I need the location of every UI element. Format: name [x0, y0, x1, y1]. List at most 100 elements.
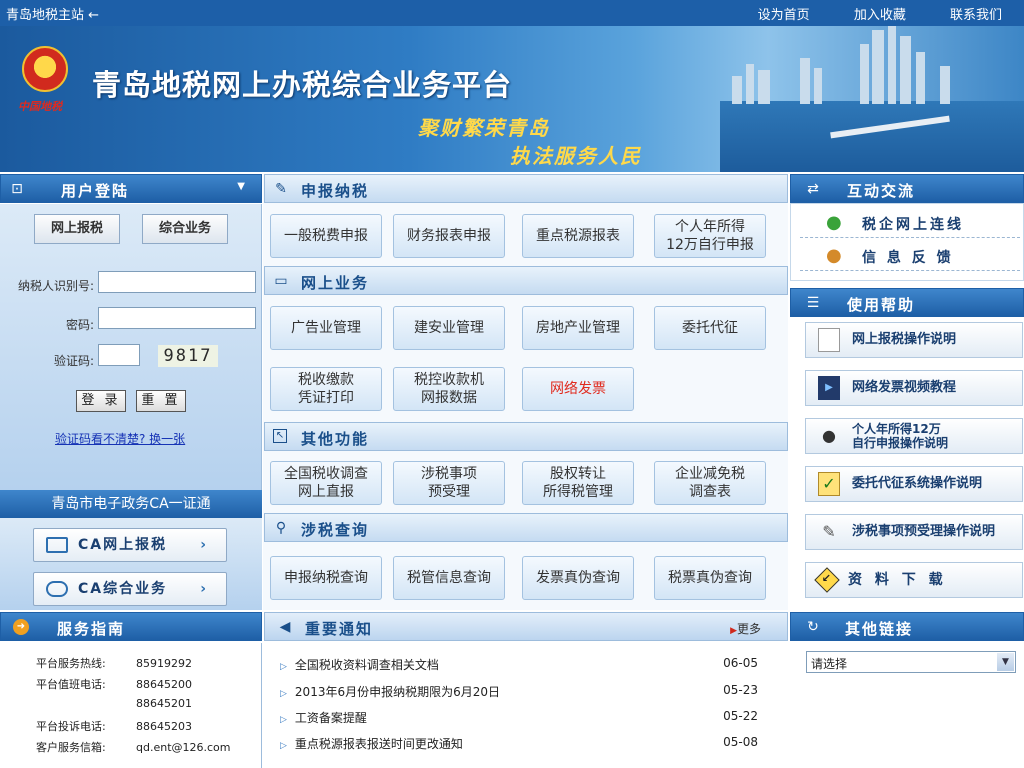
ca-online-tax-button[interactable]: CA网上报税 ›: [33, 528, 227, 562]
notice-item[interactable]: ▷ 工资备案提醒 05-22: [280, 709, 760, 726]
ca-header: 青岛市电子政务CA一证通: [0, 490, 262, 518]
tax-emblem-icon: [22, 46, 68, 92]
help-title: 使用帮助: [847, 296, 916, 314]
help-downloads[interactable]: ↓ 资 料 下 载: [805, 562, 1023, 598]
other-functions-title: 其他功能: [301, 430, 370, 448]
email-link[interactable]: qd.ent@126.com: [136, 741, 231, 754]
notices-title: 重要通知: [305, 620, 374, 638]
tax-relief-survey-button[interactable]: 企业减免税 调查表: [654, 461, 766, 505]
speaker-icon: ◀: [279, 619, 291, 635]
help-pre-acceptance-guide[interactable]: ✎ 涉税事项预受理操作说明: [805, 514, 1023, 550]
collapse-icon[interactable]: ▼: [237, 181, 245, 192]
guide-value: 88645201: [136, 697, 192, 710]
page-icon: [818, 328, 840, 352]
notice-title: 重点税源报表报送时间更改通知: [294, 737, 463, 751]
edit-icon: ✎: [275, 181, 287, 197]
tax-register-data-button[interactable]: 税控收款机 网报数据: [393, 367, 505, 411]
service-guide-panel: 平台服务热线: 85919292 平台值班电话: 88645200 88645201…: [0, 643, 262, 768]
advertising-button[interactable]: 广告业管理: [270, 306, 382, 350]
notice-date: 05-23: [723, 683, 758, 697]
help-entrusted-guide[interactable]: ✓ 委托代征系统操作说明: [805, 466, 1023, 502]
arrow-right-icon: ▶: [730, 626, 737, 636]
refresh-captcha-link[interactable]: 验证码看不清楚? 换一张: [55, 430, 185, 447]
select-value: 请选择: [811, 657, 848, 671]
captcha-input[interactable]: [98, 344, 140, 366]
help-item-label: 涉税事项预受理操作说明: [852, 524, 996, 539]
guide-value: 88645200: [136, 678, 192, 691]
invoice-verify-button[interactable]: 发票真伪查询: [522, 556, 634, 600]
entrusted-collection-button[interactable]: 委托代征: [654, 306, 766, 350]
other-links-select[interactable]: 请选择 ▼: [806, 651, 1016, 673]
notice-title: 工资备案提醒: [294, 711, 367, 725]
declare-query-button[interactable]: 申报纳税查询: [270, 556, 382, 600]
search-icon: ⚲: [275, 520, 287, 536]
interact-title: 互动交流: [847, 182, 916, 200]
online-tax-tab[interactable]: 网上报税: [34, 214, 120, 244]
site-title: 青岛地税网上办税综合业务平台: [92, 68, 513, 102]
more-label: 更多: [736, 622, 761, 636]
online-business-title: 网上业务: [301, 274, 370, 292]
bullet-icon: ▷: [280, 689, 287, 699]
guide-row: 平台服务热线: 85919292: [36, 655, 192, 671]
tax-voucher-print-button[interactable]: 税收缴款 凭证打印: [270, 367, 382, 411]
guide-row: 客户服务信箱: qd.ent@126.com: [36, 739, 231, 755]
guide-row: 88645201: [36, 697, 192, 710]
general-business-tab[interactable]: 综合业务: [142, 214, 228, 244]
password-label: 密码:: [65, 318, 94, 332]
emblem-label: 中国地税: [18, 100, 62, 113]
online-connect-link[interactable]: 税企网上连线: [862, 214, 964, 234]
taxpayer-id-input[interactable]: [98, 271, 256, 293]
service-guide-title: 服务指南: [57, 620, 126, 638]
declare-title: 申报纳税: [301, 182, 370, 200]
reset-button[interactable]: 重 置: [136, 390, 186, 412]
tax-survey-button[interactable]: 全国税收调查 网上直报: [270, 461, 382, 505]
checkbox-icon: ✓: [818, 472, 840, 496]
help-personal-income-guide[interactable]: ● 个人年所得12万 自行申报操作说明: [805, 418, 1023, 454]
notice-item[interactable]: ▷ 2013年6月份申报纳税期限为6月20日 05-23: [280, 683, 760, 700]
help-online-tax-guide[interactable]: 网上报税操作说明: [805, 322, 1023, 358]
contact-link[interactable]: 联系我们: [950, 8, 1002, 23]
user-icon: ●: [822, 426, 836, 445]
chat-bubble-icon: ●: [826, 212, 842, 233]
set-home-link[interactable]: 设为首页: [758, 8, 810, 23]
key-tax-source-button[interactable]: 重点税源报表: [522, 214, 634, 258]
city-skyline-image: [640, 26, 1024, 172]
guide-row: 平台投诉电话: 88645203: [36, 718, 192, 734]
monitor-icon: ▭: [274, 273, 288, 289]
feedback-link[interactable]: 信 息 反 馈: [862, 247, 954, 267]
general-tax-declare-button[interactable]: 一般税费申报: [270, 214, 382, 258]
more-link[interactable]: ▶更多: [730, 620, 761, 637]
pre-acceptance-button[interactable]: 涉税事项 预受理: [393, 461, 505, 505]
tax-query-header: ⚲ 涉税查询: [264, 513, 788, 542]
password-input[interactable]: [98, 307, 256, 329]
notice-item[interactable]: ▷ 重点税源报表报送时间更改通知 05-08: [280, 735, 760, 752]
captcha-image: 9817: [158, 345, 218, 367]
ca-general-business-button[interactable]: CA综合业务 ›: [33, 572, 227, 606]
personal-income-declare-button[interactable]: 个人年所得 12万自行申报: [654, 214, 766, 258]
notice-item[interactable]: ▷ 全国税收资料调查相关文档 06-05: [280, 656, 760, 673]
guide-key: 平台服务热线:: [36, 657, 106, 670]
help-invoice-video[interactable]: ▶ 网络发票视频教程: [805, 370, 1023, 406]
slogan-line-1: 聚财繁荣青岛: [418, 116, 550, 140]
notices-header: ◀ 重要通知 ▶更多: [264, 612, 788, 641]
login-title: 用户登陆: [61, 182, 130, 200]
construction-button[interactable]: 建安业管理: [393, 306, 505, 350]
notice-date: 05-08: [723, 735, 758, 749]
login-button[interactable]: 登 录: [76, 390, 126, 412]
tax-info-query-button[interactable]: 税管信息查询: [393, 556, 505, 600]
real-estate-button[interactable]: 房地产业管理: [522, 306, 634, 350]
top-bar: 青岛地税主站 ← 设为首页 加入收藏 联系我们: [0, 0, 1024, 26]
help-item-label: 个人年所得12万 自行申报操作说明: [852, 422, 949, 450]
tax-receipt-verify-button[interactable]: 税票真伪查询: [654, 556, 766, 600]
chat-icon: [46, 581, 68, 597]
chevron-right-icon: ›: [200, 537, 208, 553]
online-invoice-button[interactable]: 网络发票: [522, 367, 634, 411]
equity-transfer-button[interactable]: 股权转让 所得税管理: [522, 461, 634, 505]
tax-query-title: 涉税查询: [301, 521, 370, 539]
help-item-label: 网上报税操作说明: [852, 332, 957, 347]
guide-key: 平台值班电话:: [36, 678, 106, 691]
financial-report-button[interactable]: 财务报表申报: [393, 214, 505, 258]
main-site-link[interactable]: 青岛地税主站 ←: [6, 4, 99, 23]
add-favorite-link[interactable]: 加入收藏: [854, 8, 906, 23]
notice-date: 05-22: [723, 709, 758, 723]
